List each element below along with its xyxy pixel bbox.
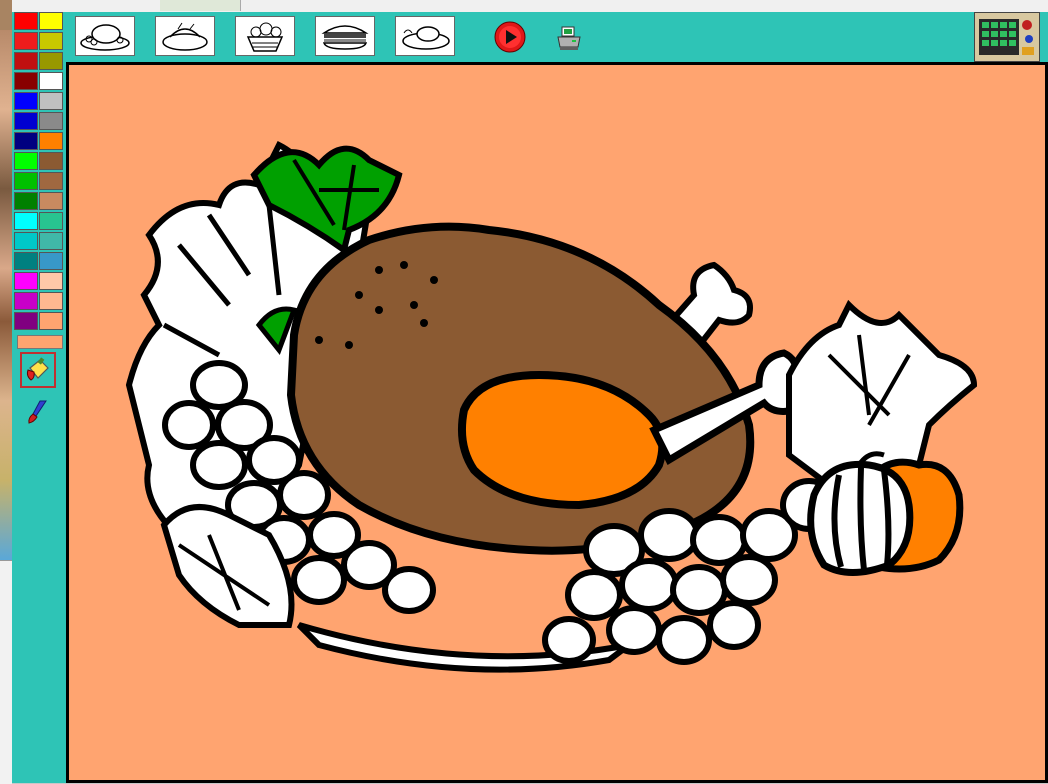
- color-swatch[interactable]: [14, 192, 38, 210]
- picture-thumb-sandwich[interactable]: [315, 16, 375, 56]
- color-swatch[interactable]: [39, 172, 63, 190]
- color-swatch[interactable]: [39, 152, 63, 170]
- turkey-plate-icon: [402, 26, 450, 50]
- color-swatch[interactable]: [39, 232, 63, 250]
- color-swatch[interactable]: [14, 112, 38, 130]
- color-swatch[interactable]: [14, 292, 38, 310]
- color-swatch[interactable]: [39, 252, 63, 270]
- turkey-drawing: [125, 140, 978, 673]
- color-palette: [14, 12, 66, 332]
- picture-thumb-turkey-plate[interactable]: [395, 16, 455, 56]
- color-swatch[interactable]: [14, 252, 38, 270]
- brush-icon: [28, 400, 47, 424]
- palette-editor-button[interactable]: [974, 12, 1040, 62]
- brush-tool[interactable]: [20, 394, 56, 430]
- color-swatch[interactable]: [14, 172, 38, 190]
- color-swatch[interactable]: [14, 32, 38, 50]
- background-window: [0, 560, 12, 784]
- color-swatch[interactable]: [39, 192, 63, 210]
- turkey-platter-icon: [80, 24, 130, 51]
- color-swatch[interactable]: [39, 112, 63, 130]
- palette-grid-icon: [975, 13, 1039, 61]
- background-photo: [0, 30, 12, 560]
- color-swatch[interactable]: [14, 72, 38, 90]
- coloring-canvas[interactable]: [69, 65, 1045, 780]
- color-swatch[interactable]: [39, 32, 63, 50]
- window-tab: [160, 0, 241, 11]
- play-icon: [494, 21, 526, 53]
- print-button[interactable]: [554, 23, 584, 53]
- picture-thumb-roast-dish[interactable]: [155, 16, 215, 56]
- color-swatch[interactable]: [39, 92, 63, 110]
- color-swatch[interactable]: [39, 212, 63, 230]
- color-swatch[interactable]: [14, 212, 38, 230]
- canvas-frame: [66, 62, 1048, 783]
- color-swatch[interactable]: [39, 52, 63, 70]
- color-swatch[interactable]: [14, 272, 38, 290]
- color-swatch[interactable]: [14, 232, 38, 250]
- roast-dish-icon: [162, 22, 208, 51]
- color-swatch[interactable]: [39, 132, 63, 150]
- paint-bucket-tool[interactable]: [20, 352, 56, 388]
- coloring-app: [12, 12, 1048, 783]
- fruit-basket-icon: [246, 22, 284, 52]
- color-swatch[interactable]: [39, 272, 63, 290]
- color-swatch[interactable]: [14, 12, 38, 30]
- picture-thumb-turkey-platter[interactable]: [75, 16, 135, 56]
- color-swatch[interactable]: [39, 292, 63, 310]
- color-swatch[interactable]: [14, 92, 38, 110]
- color-swatch[interactable]: [39, 12, 63, 30]
- color-swatch[interactable]: [39, 312, 63, 330]
- color-swatch[interactable]: [14, 52, 38, 70]
- toolbar: [68, 12, 1048, 62]
- color-swatch[interactable]: [14, 312, 38, 330]
- play-button[interactable]: [494, 21, 526, 53]
- sandwich-icon: [321, 25, 369, 50]
- right-foliage: [786, 299, 978, 489]
- color-swatch[interactable]: [14, 132, 38, 150]
- background-window-strip: [0, 0, 12, 784]
- paint-bucket-icon: [26, 357, 49, 381]
- picture-thumb-fruit-basket[interactable]: [235, 16, 295, 56]
- current-color-swatch: [17, 335, 63, 349]
- color-swatch[interactable]: [39, 72, 63, 90]
- color-swatch[interactable]: [14, 152, 38, 170]
- printer-icon: [557, 26, 581, 50]
